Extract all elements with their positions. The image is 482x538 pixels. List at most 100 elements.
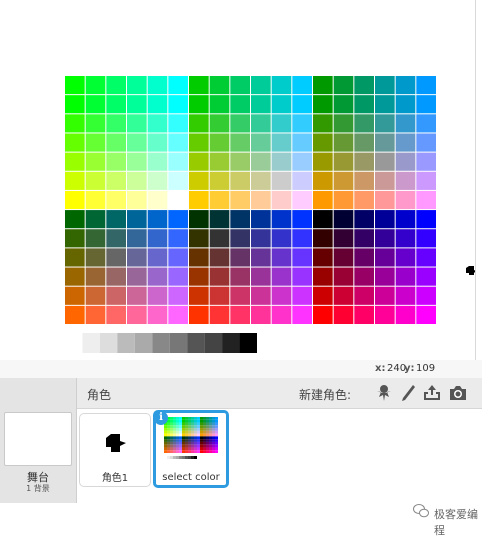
palette-swatch xyxy=(197,433,200,437)
choose-sprite-from-library-icon[interactable] xyxy=(374,383,394,403)
palette-swatch xyxy=(147,95,168,114)
palette-swatch xyxy=(212,422,215,426)
palette-swatch xyxy=(416,248,436,267)
palette-swatch xyxy=(147,286,168,305)
palette-swatch xyxy=(333,190,354,210)
palette-swatch xyxy=(251,286,271,305)
palette-swatch xyxy=(189,248,209,267)
palette-swatch xyxy=(197,447,200,451)
palette-swatch xyxy=(173,425,176,429)
palette-swatch xyxy=(209,422,212,426)
palette-swatch xyxy=(147,248,168,267)
stage[interactable] xyxy=(0,0,482,360)
info-icon[interactable]: i xyxy=(154,411,168,425)
palette-swatch xyxy=(203,436,206,440)
palette-swatch xyxy=(251,114,271,133)
upload-sprite-icon[interactable] xyxy=(422,383,442,403)
palette-swatch xyxy=(85,95,106,114)
palette-swatch xyxy=(185,419,188,423)
palette-swatch xyxy=(230,229,250,248)
palette-swatch xyxy=(167,436,170,440)
palette-swatch xyxy=(189,267,209,286)
palette-swatch xyxy=(215,450,218,453)
palette-swatch xyxy=(206,428,209,431)
palette-swatch xyxy=(147,114,168,133)
palette-swatch xyxy=(354,267,374,286)
palette-swatch xyxy=(127,190,147,210)
gray-swatch xyxy=(65,333,83,353)
sprite-tile-selected[interactable]: i select color xyxy=(153,410,229,488)
palette-swatch xyxy=(395,171,416,190)
palette-swatch xyxy=(200,417,203,420)
stage-thumbnail[interactable] xyxy=(4,412,72,466)
palette-swatch xyxy=(197,419,200,423)
palette-swatch xyxy=(197,439,200,442)
palette-swatch xyxy=(182,428,185,431)
palette-swatch xyxy=(176,439,179,442)
sprite-area: 舞台 1 背景 角色 新建角色: 角色1 i select color 极客爱编… xyxy=(0,378,482,537)
palette-swatch xyxy=(147,190,168,210)
palette-swatch xyxy=(251,95,271,114)
palette-swatch xyxy=(189,171,209,190)
palette-swatch xyxy=(416,114,436,133)
palette-swatch xyxy=(65,286,85,305)
palette-swatch xyxy=(179,419,182,423)
palette-swatch xyxy=(292,267,312,286)
palette-swatch xyxy=(416,267,436,286)
palette-swatch xyxy=(170,422,173,426)
palette-swatch xyxy=(251,267,271,286)
palette-swatch xyxy=(203,422,206,426)
palette-swatch xyxy=(167,430,170,434)
palette-swatch xyxy=(375,190,395,210)
palette-swatch xyxy=(176,417,179,420)
palette-swatch xyxy=(292,286,312,305)
sprite-tile[interactable]: 角色1 xyxy=(79,413,151,487)
paint-new-sprite-icon[interactable] xyxy=(398,383,418,403)
stage-panel[interactable]: 舞台 1 背景 xyxy=(0,378,77,503)
palette-swatch xyxy=(170,450,173,453)
palette-swatch xyxy=(173,417,176,420)
palette-swatch xyxy=(173,428,176,431)
color-palette-sprite[interactable] xyxy=(65,76,437,325)
palette-swatch xyxy=(271,190,292,210)
palette-swatch xyxy=(313,114,333,133)
palette-swatch xyxy=(176,450,179,453)
palette-swatch xyxy=(127,210,147,229)
palette-swatch xyxy=(203,417,206,420)
palette-swatch xyxy=(179,428,182,431)
palette-swatch xyxy=(188,433,191,437)
sprites-header: 角色 新建角色: xyxy=(77,378,482,409)
palette-swatch xyxy=(167,433,170,437)
palette-swatch xyxy=(313,190,333,210)
gray-swatch xyxy=(191,456,194,459)
palette-swatch xyxy=(127,114,147,133)
palette-swatch xyxy=(85,305,106,324)
palette-swatch xyxy=(65,76,85,95)
palette-swatch xyxy=(182,422,185,426)
palette-swatch xyxy=(212,450,215,453)
palette-swatch xyxy=(170,439,173,442)
palette-swatch xyxy=(197,436,200,440)
palette-swatch xyxy=(203,433,206,437)
palette-swatch xyxy=(185,428,188,431)
palette-swatch xyxy=(188,422,191,426)
palette-swatch xyxy=(203,428,206,431)
palette-swatch xyxy=(333,248,354,267)
palette-swatch xyxy=(191,422,194,426)
palette-swatch xyxy=(395,210,416,229)
palette-swatch xyxy=(194,428,197,431)
palette-swatch xyxy=(185,444,188,448)
palette-swatch xyxy=(230,267,250,286)
new-sprite-label: 新建角色: xyxy=(299,388,352,402)
palette-swatch xyxy=(209,229,230,248)
palette-swatch xyxy=(271,95,292,114)
palette-swatch xyxy=(168,114,188,133)
palette-swatch xyxy=(271,210,292,229)
palette-swatch xyxy=(251,133,271,152)
palette-swatch xyxy=(271,267,292,286)
palette-swatch xyxy=(164,428,167,431)
palette-swatch xyxy=(212,419,215,423)
camera-icon[interactable] xyxy=(448,383,468,403)
palette-swatch xyxy=(354,114,374,133)
palette-swatch xyxy=(191,417,194,420)
